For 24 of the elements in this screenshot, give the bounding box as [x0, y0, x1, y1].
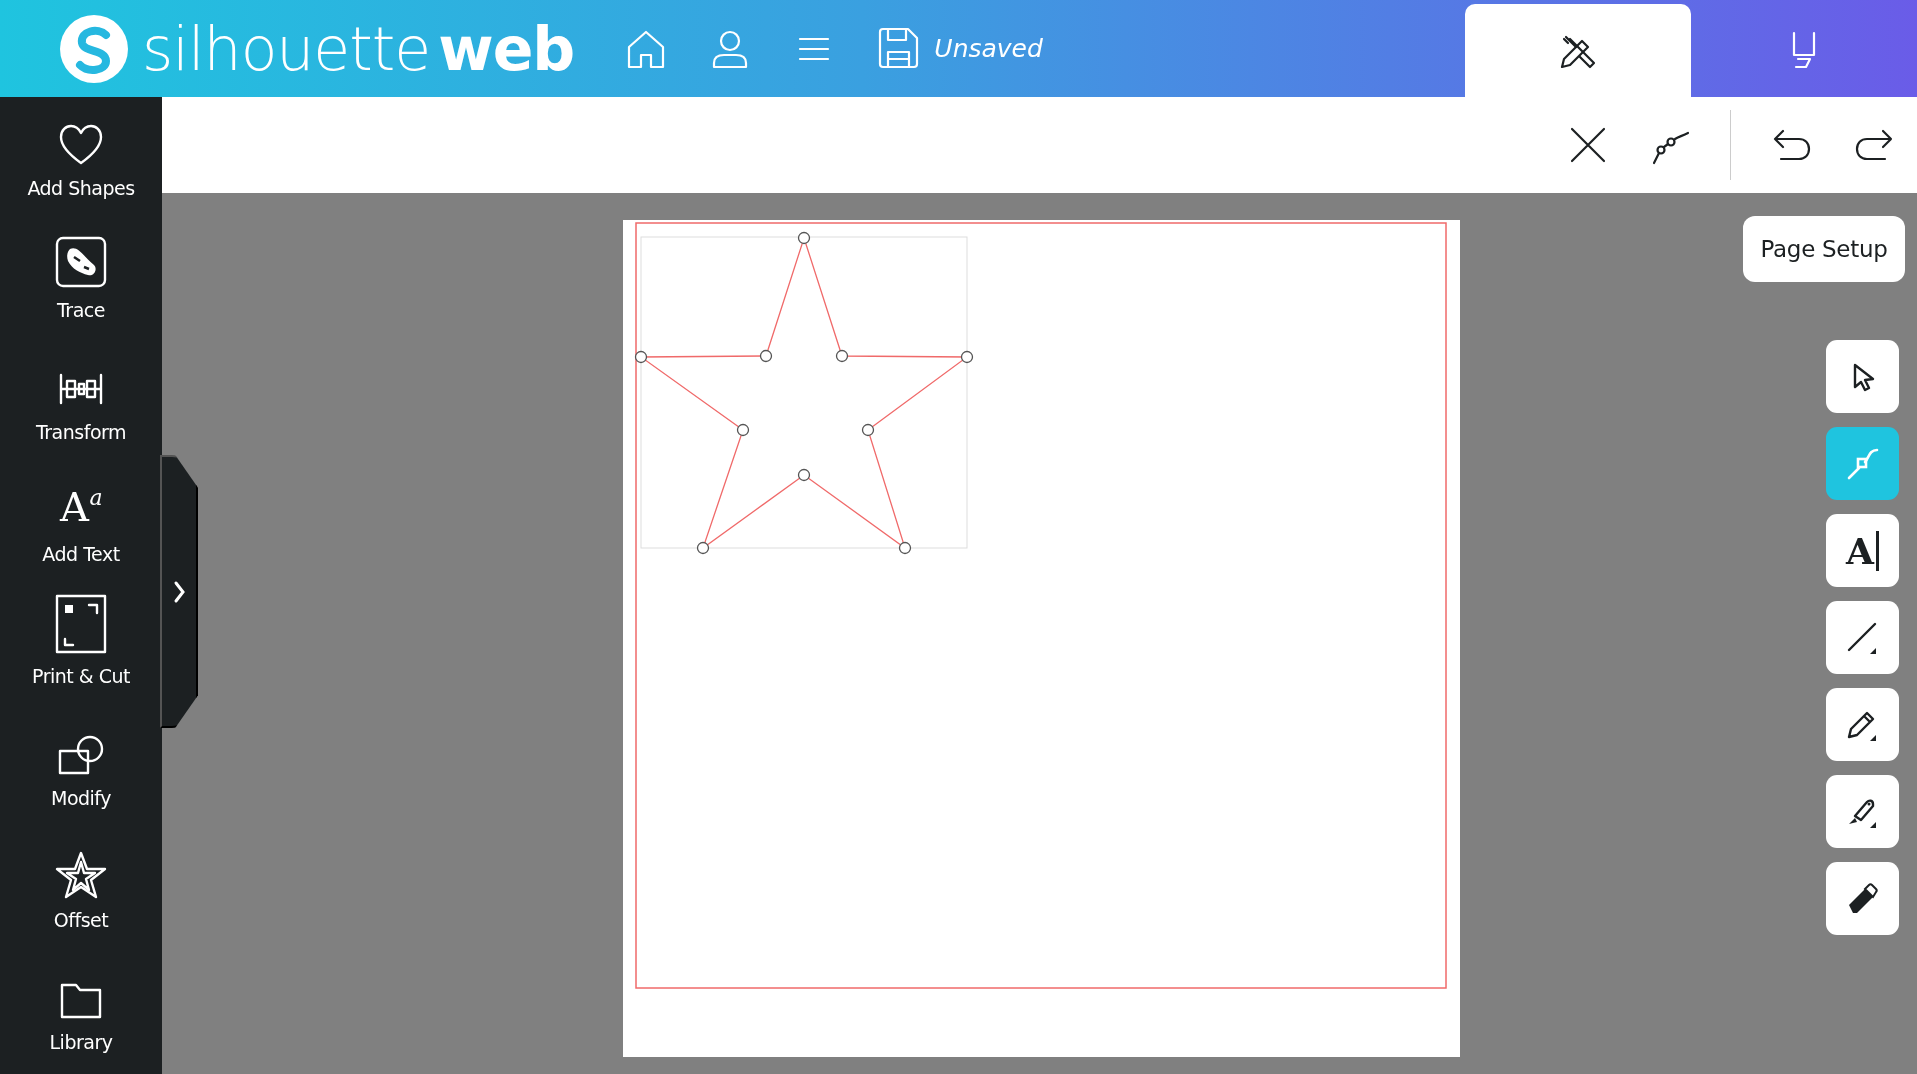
shapes-icon: [56, 733, 106, 777]
tool-button[interactable]: [1826, 688, 1899, 761]
print-cut-icon: [54, 593, 108, 655]
sidebar-item[interactable]: Trace: [0, 219, 162, 341]
close-icon: [1568, 125, 1608, 165]
tool-button[interactable]: [1826, 775, 1899, 848]
logo-text: silhouette: [142, 18, 431, 79]
tool-button[interactable]: A: [1826, 514, 1899, 587]
tool-button[interactable]: [1826, 340, 1899, 413]
star-drawing[interactable]: [634, 231, 974, 555]
sidebar-item[interactable]: Print & Cut: [0, 585, 162, 707]
offset-star-icon: [55, 851, 107, 899]
sidebar-item[interactable]: Add Shapes: [0, 97, 162, 219]
tool-button[interactable]: [1826, 862, 1899, 935]
close-button[interactable]: [1568, 125, 1608, 165]
document-status: Unsaved: [934, 34, 1043, 63]
logo-icon: [60, 14, 128, 83]
page-setup-button[interactable]: Page Setup: [1743, 216, 1905, 282]
chevron-right-icon: [172, 579, 186, 604]
sidebar-item[interactable]: Transform: [0, 341, 162, 463]
logo-text: web: [438, 18, 575, 79]
sidebar-item[interactable]: Library: [0, 951, 162, 1073]
sidebar-item[interactable]: Offset: [0, 829, 162, 951]
sidebar-item[interactable]: Modify: [0, 707, 162, 829]
